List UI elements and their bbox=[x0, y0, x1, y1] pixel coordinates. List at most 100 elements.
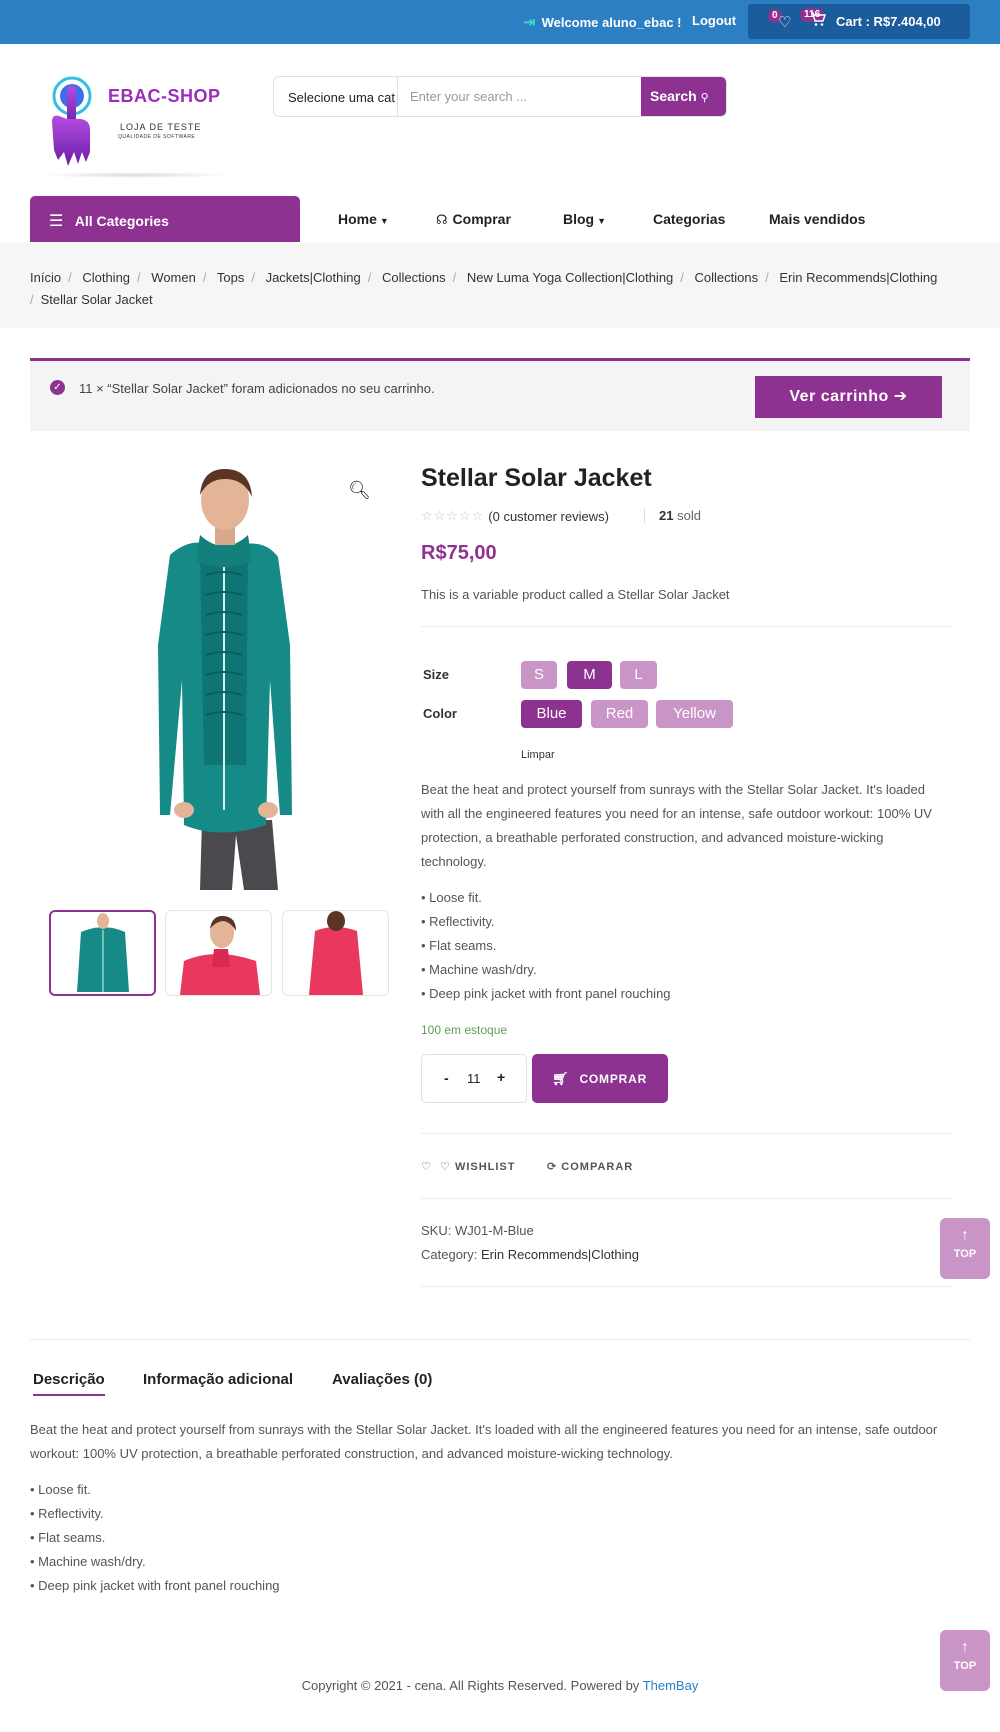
sold-label: sold bbox=[677, 508, 701, 523]
heart-icon: ♡ bbox=[421, 1161, 432, 1173]
cart-box[interactable]: 0 ♡ 116 Cart : R$7.404,00 bbox=[748, 4, 970, 39]
feature-item: • Machine wash/dry. bbox=[30, 1554, 146, 1569]
short-description: This is a variable product called a Stel… bbox=[421, 587, 730, 602]
thumbnail-pink-jacket-back-image bbox=[309, 911, 363, 995]
size-option-m[interactable]: M bbox=[567, 661, 612, 689]
cart-icon[interactable] bbox=[810, 12, 826, 31]
login-icon: ⇥ bbox=[523, 14, 536, 31]
breadcrumb-bar: Início / Clothing / Women / Tops / Jackets|C… bbox=[0, 243, 1000, 328]
feature-item: • Loose fit. bbox=[30, 1482, 91, 1497]
breadcrumb-link[interactable]: Clothing bbox=[82, 270, 130, 285]
hand-logo-icon bbox=[52, 76, 92, 166]
feature-list: • Loose fit. • Reflectivity. • Flat seam… bbox=[421, 886, 951, 1006]
breadcrumb-link[interactable]: Collections bbox=[695, 270, 759, 285]
sku-label: SKU: bbox=[421, 1223, 452, 1238]
nav-home[interactable]: Home ▼ bbox=[338, 211, 389, 227]
nav-home-label: Home bbox=[338, 211, 377, 227]
star-rating-icon: ☆☆☆☆☆ bbox=[421, 508, 485, 523]
breadcrumb-link[interactable]: Tops bbox=[217, 270, 244, 285]
category-link[interactable]: Erin Recommends|Clothing bbox=[481, 1247, 639, 1262]
size-label: Size bbox=[423, 667, 450, 682]
compare-label: COMPARAR bbox=[561, 1161, 634, 1173]
product-thumbnail[interactable] bbox=[165, 910, 272, 996]
feature-item: • Machine wash/dry. bbox=[421, 962, 537, 977]
breadcrumb-link[interactable]: Erin Recommends|Clothing bbox=[779, 270, 937, 285]
compare-button[interactable]: ⟳ COMPARAR bbox=[547, 1160, 633, 1173]
breadcrumb-link[interactable]: New Luma Yoga Collection|Clothing bbox=[467, 270, 673, 285]
search-button[interactable]: Search ⚲ bbox=[641, 77, 726, 116]
logo-shadow bbox=[40, 172, 230, 178]
headset-icon: ☊ bbox=[436, 212, 448, 227]
wishlist-heart-icon[interactable]: ♡ bbox=[778, 13, 791, 31]
product-main-image[interactable] bbox=[120, 465, 330, 890]
product-category: Category: Erin Recommends|Clothing bbox=[421, 1247, 639, 1262]
nav-comprar[interactable]: ☊ Comprar bbox=[436, 211, 511, 228]
breadcrumb-current: Stellar Solar Jacket bbox=[40, 292, 153, 307]
feature-item: • Flat seams. bbox=[30, 1530, 106, 1545]
all-categories-button[interactable]: ☰ All Categories bbox=[30, 196, 300, 242]
quantity-input[interactable]: 11 bbox=[467, 1071, 481, 1086]
quantity-increase-button[interactable]: + bbox=[497, 1069, 505, 1085]
welcome-link[interactable]: ⇥ Welcome aluno_ebac ! bbox=[523, 13, 682, 31]
quantity-decrease-button[interactable]: - bbox=[444, 1070, 449, 1086]
breadcrumb-link[interactable]: Início bbox=[30, 270, 61, 285]
tab-avaliacoes[interactable]: Avaliações (0) bbox=[332, 1371, 432, 1388]
tab-description-text: Beat the heat and protect yourself from … bbox=[30, 1422, 938, 1461]
wishlist-button[interactable]: ♡ ♡ WISHLIST bbox=[421, 1160, 516, 1173]
color-option-yellow[interactable]: Yellow bbox=[656, 700, 733, 728]
back-to-top-button[interactable]: ↑ TOP bbox=[940, 1218, 990, 1279]
size-option-s[interactable]: S bbox=[521, 661, 557, 689]
search-button-label: Search bbox=[650, 88, 697, 104]
product-thumbnail[interactable] bbox=[49, 910, 156, 996]
cart-total[interactable]: Cart : R$7.404,00 bbox=[836, 14, 941, 29]
breadcrumb-link[interactable]: Collections bbox=[382, 270, 446, 285]
check-circle-icon: ✓ bbox=[50, 380, 65, 395]
menu-bars-icon: ☰ bbox=[49, 213, 64, 230]
feature-item: • Deep pink jacket with front panel rouc… bbox=[421, 986, 671, 1001]
add-to-cart-label: COMPRAR bbox=[579, 1072, 648, 1086]
nav-mais-vendidos[interactable]: Mais vendidos bbox=[769, 211, 865, 227]
add-to-cart-button[interactable]: 🛒︎ COMPRAR bbox=[532, 1054, 668, 1103]
divider bbox=[421, 626, 951, 627]
logo-subtitle: LOJA DE TESTE bbox=[120, 122, 202, 132]
reviews-link[interactable]: (0 customer reviews) bbox=[488, 509, 609, 524]
logo-tagline: QUALIDADE DE SOFTWARE bbox=[118, 134, 196, 140]
breadcrumb-link[interactable]: Jackets|Clothing bbox=[266, 270, 361, 285]
refresh-icon: ⟳ bbox=[547, 1161, 558, 1173]
thumbnail-teal-jacket-image bbox=[77, 913, 129, 992]
tab-descricao[interactable]: Descrição bbox=[33, 1371, 105, 1396]
section-divider bbox=[30, 1339, 970, 1340]
zoom-icon[interactable]: 🔍︎ bbox=[348, 480, 371, 501]
product-rating: ☆☆☆☆☆ (0 customer reviews) bbox=[421, 508, 609, 524]
nav-categorias[interactable]: Categorias bbox=[653, 211, 725, 227]
product-description: Beat the heat and protect yourself from … bbox=[421, 782, 932, 869]
search-category-select[interactable]: Selecione uma cat bbox=[274, 77, 398, 116]
feature-item: • Reflectivity. bbox=[30, 1506, 104, 1521]
size-option-l[interactable]: L bbox=[620, 661, 657, 689]
cart-icon: 🛒︎ bbox=[552, 1071, 570, 1086]
color-option-red[interactable]: Red bbox=[591, 700, 648, 728]
search-bar: Selecione uma cat Enter your search ... … bbox=[273, 76, 727, 117]
welcome-text: Welcome aluno_ebac ! bbox=[541, 14, 682, 30]
footer-brand-link[interactable]: ThemBay bbox=[643, 1678, 699, 1693]
view-cart-button[interactable]: Ver carrinho ➔ bbox=[755, 376, 942, 418]
color-option-blue[interactable]: Blue bbox=[521, 700, 582, 728]
copyright-text: Copyright © 2021 - cena. All Rights Rese… bbox=[301, 1678, 640, 1693]
logout-link[interactable]: Logout bbox=[692, 13, 736, 28]
tab-feature-list: • Loose fit. • Reflectivity. • Flat seam… bbox=[30, 1478, 970, 1598]
divider bbox=[421, 1133, 951, 1134]
breadcrumb: Início / Clothing / Women / Tops / Jackets|C… bbox=[30, 270, 938, 307]
product-thumbnail[interactable] bbox=[282, 910, 389, 996]
search-input[interactable]: Enter your search ... bbox=[398, 77, 641, 116]
color-label: Color bbox=[423, 706, 457, 721]
feature-item: • Deep pink jacket with front panel rouc… bbox=[30, 1578, 280, 1593]
breadcrumb-link[interactable]: Women bbox=[151, 270, 196, 285]
site-logo[interactable]: EBAC-SHOP LOJA DE TESTE QUALIDADE DE SOF… bbox=[40, 72, 230, 182]
view-cart-label: Ver carrinho bbox=[789, 388, 889, 405]
product-sku: SKU: WJ01-M-Blue bbox=[421, 1223, 534, 1238]
clear-selection-link[interactable]: Limpar bbox=[521, 749, 555, 761]
nav-blog[interactable]: Blog ▼ bbox=[563, 211, 606, 227]
caret-down-icon: ▼ bbox=[379, 216, 389, 226]
arrow-up-icon: ↑ bbox=[961, 1227, 969, 1244]
tab-informacao-adicional[interactable]: Informação adicional bbox=[143, 1371, 293, 1388]
